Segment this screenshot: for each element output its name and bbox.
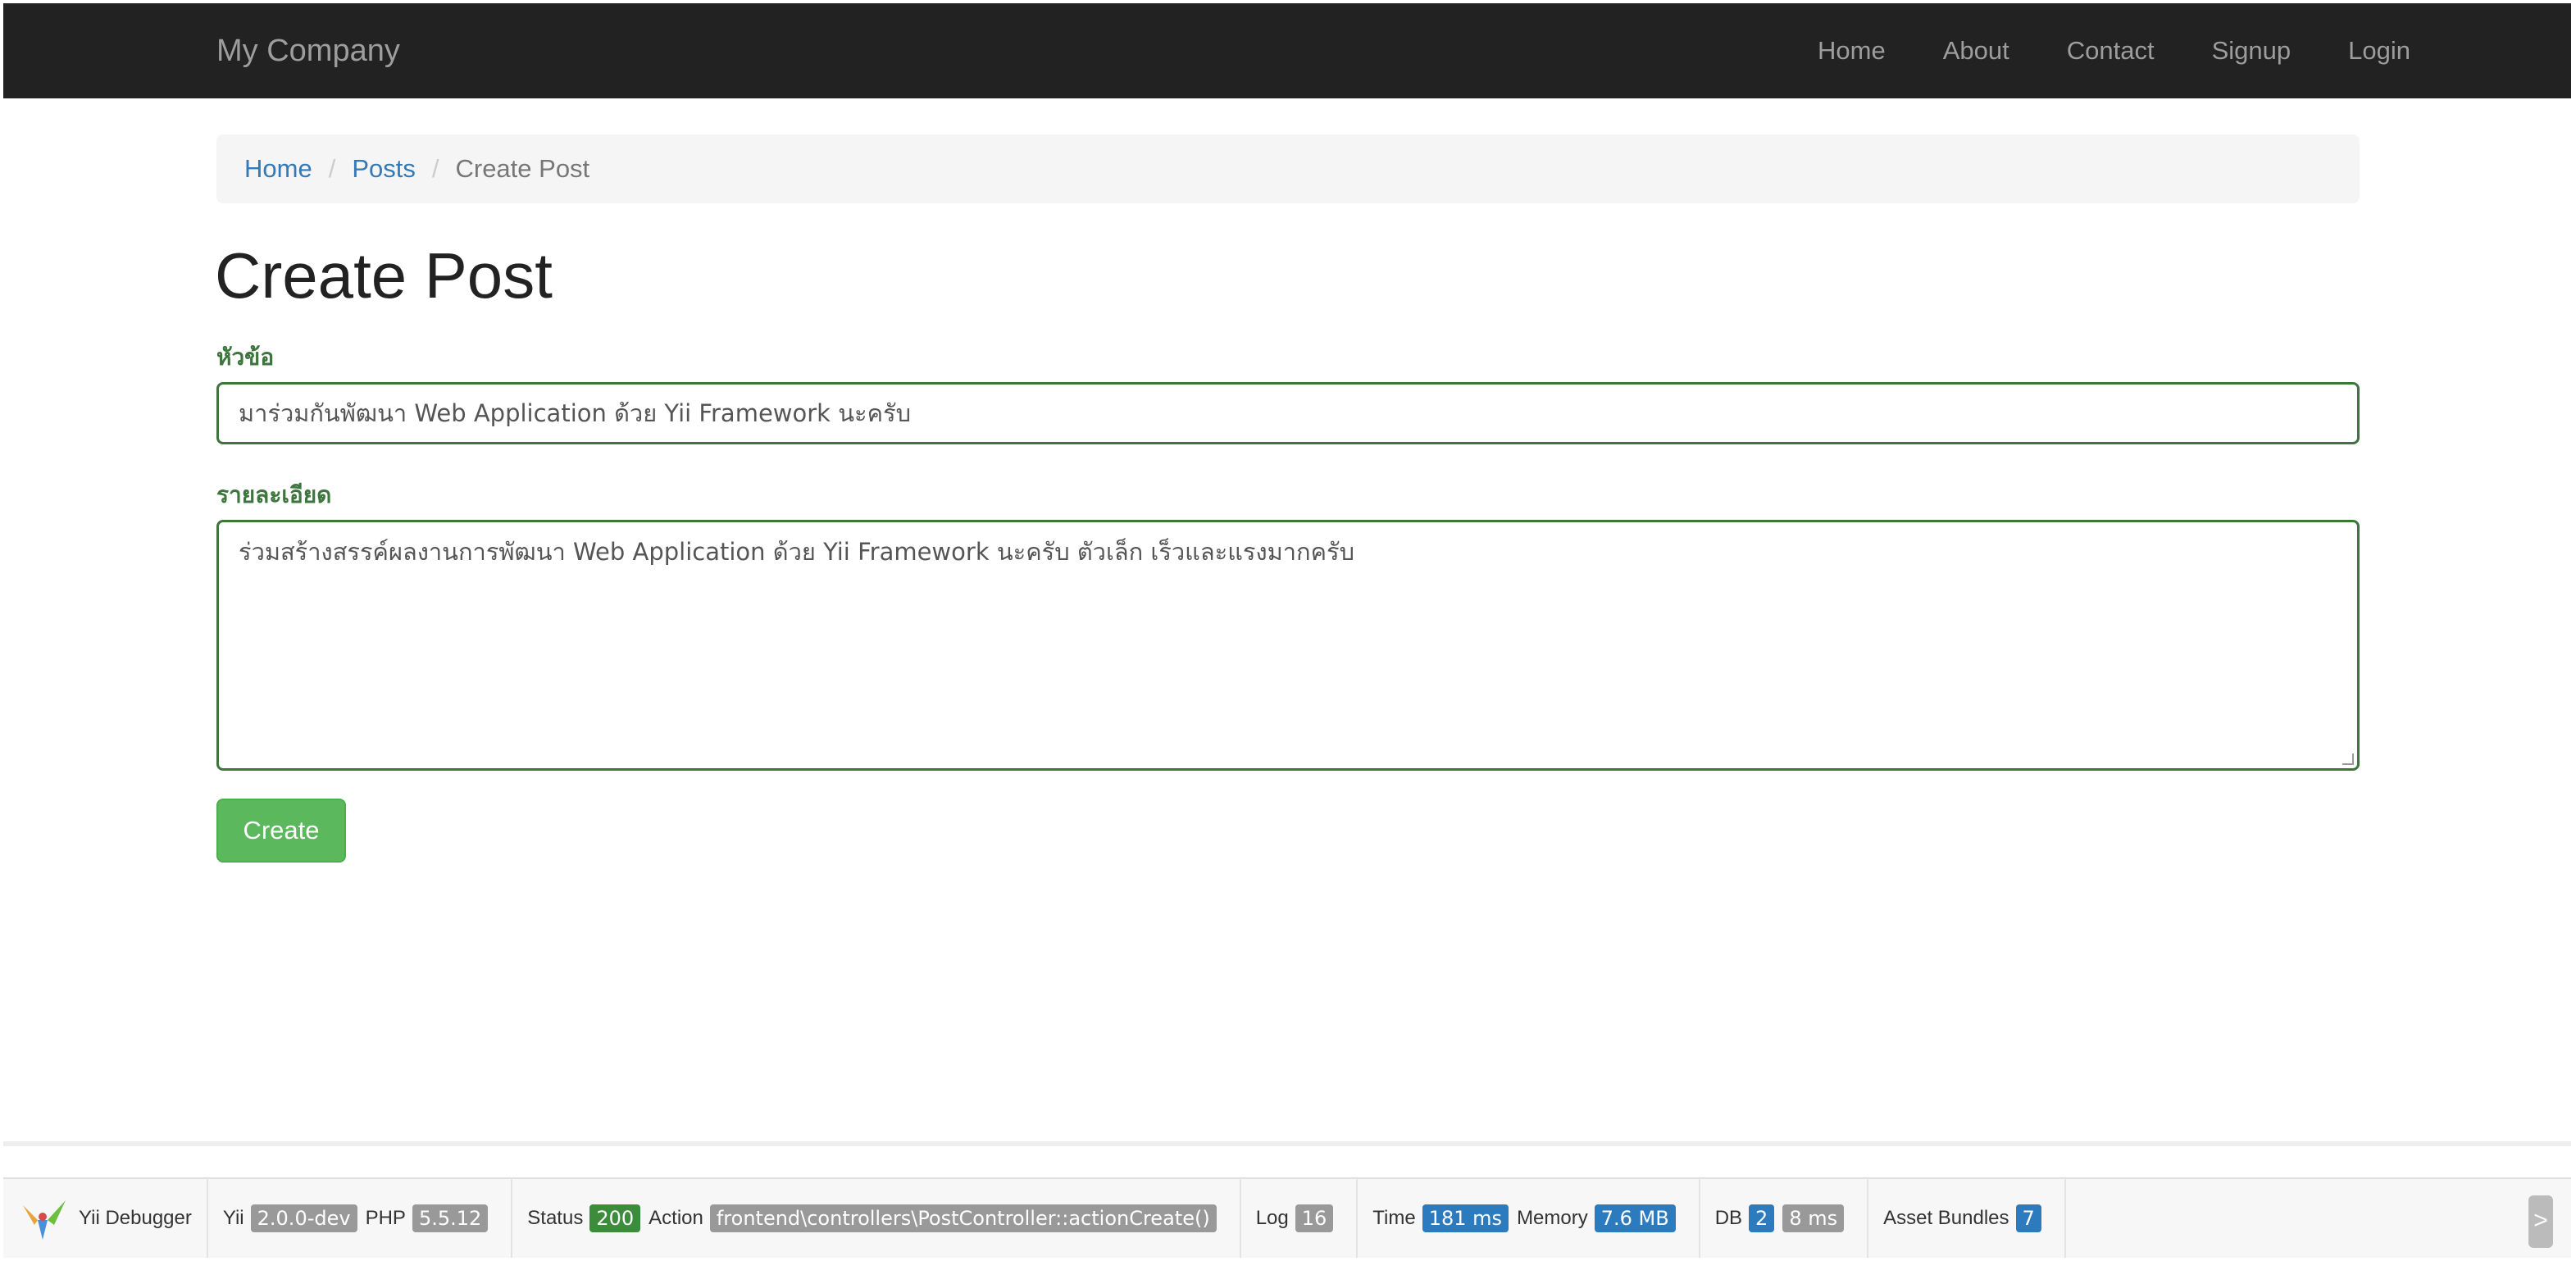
create-button[interactable]: Create: [216, 799, 346, 863]
chevron-right-icon[interactable]: >: [2528, 1195, 2553, 1248]
nav-signup-link[interactable]: Signup: [2212, 3, 2292, 98]
nav-menu: Home About Contact Signup Login: [1760, 3, 2410, 98]
log-count-badge: 16: [1295, 1204, 1334, 1232]
yii-version-badge: 2.0.0-dev: [250, 1204, 357, 1232]
title-input[interactable]: มาร่วมกันพัฒนา Web Application ด้วย Yii …: [216, 382, 2360, 444]
action-label: Action: [649, 1207, 703, 1229]
content-field-label: รายละเอียด: [216, 481, 332, 508]
nav-home-link[interactable]: Home: [1818, 3, 1886, 98]
debugbar-divider: [3, 1141, 2571, 1146]
asset-bundles-badge: 7: [2015, 1204, 2041, 1232]
memory-label: Memory: [1517, 1207, 1588, 1229]
log-label: Log: [1255, 1207, 1289, 1229]
nav-about-link[interactable]: About: [1943, 3, 2009, 98]
nav-contact-link[interactable]: Contact: [2067, 3, 2155, 98]
breadcrumb: Home / Posts / Create Post: [216, 134, 2360, 203]
browser-page: My Company Home About Contact Signup Log…: [3, 3, 2571, 1258]
breadcrumb-posts-link[interactable]: Posts: [352, 154, 416, 184]
content-textarea[interactable]: ร่วมสร้างสรรค์ผลงานการพัฒนา Web Applicat…: [216, 520, 2360, 771]
debugbar-title: Yii Debugger: [79, 1207, 192, 1229]
content-text: ร่วมสร้างสรรค์ผลงานการพัฒนา Web Applicat…: [239, 538, 1354, 566]
asset-bundles-label: Asset Bundles: [1883, 1207, 2009, 1229]
debugbar-logo-block[interactable]: Yii Debugger: [3, 1178, 208, 1258]
php-label: PHP: [365, 1207, 406, 1229]
db-count-badge: 2: [1749, 1204, 1775, 1232]
debugbar-request-block[interactable]: Status 200 Action frontend\controllers\P…: [512, 1178, 1241, 1258]
db-label: DB: [1714, 1207, 1743, 1229]
breadcrumb-separator: /: [431, 154, 439, 183]
resize-handle-icon[interactable]: [2342, 753, 2354, 765]
action-badge: frontend\controllers\PostController::act…: [709, 1204, 1217, 1232]
status-badge: 200: [589, 1204, 641, 1232]
time-label: Time: [1372, 1207, 1416, 1229]
time-badge: 181 ms: [1422, 1204, 1509, 1232]
title-field-label: หัวข้อ: [216, 344, 275, 371]
php-version-badge: 5.5.12: [412, 1204, 489, 1232]
debugbar-profiling-block[interactable]: Time 181 ms Memory 7.6 MB: [1358, 1178, 1700, 1258]
db-time-badge: 8 ms: [1782, 1204, 1845, 1232]
memory-badge: 7.6 MB: [1594, 1204, 1676, 1232]
yii-label: Yii: [222, 1207, 244, 1229]
breadcrumb-home-link[interactable]: Home: [244, 154, 312, 184]
nav-login-link[interactable]: Login: [2348, 3, 2410, 98]
page-title: Create Post: [215, 239, 553, 312]
brand-link[interactable]: My Company: [216, 3, 400, 98]
debugbar-assets-block[interactable]: Asset Bundles 7: [1868, 1178, 2066, 1258]
debugbar-log-block[interactable]: Log 16: [1241, 1178, 1359, 1258]
breadcrumb-current: Create Post: [455, 154, 590, 183]
debugbar-db-block[interactable]: DB 2 8 ms: [1700, 1178, 1869, 1258]
yii-debug-toolbar: Yii Debugger Yii 2.0.0-dev PHP 5.5.12 St…: [3, 1177, 2571, 1258]
yii-logo-icon: [23, 1200, 66, 1240]
top-navbar: My Company Home About Contact Signup Log…: [3, 3, 2571, 98]
status-label: Status: [527, 1207, 584, 1229]
breadcrumb-separator: /: [328, 154, 336, 183]
debugbar-version-block[interactable]: Yii 2.0.0-dev PHP 5.5.12: [208, 1178, 513, 1258]
